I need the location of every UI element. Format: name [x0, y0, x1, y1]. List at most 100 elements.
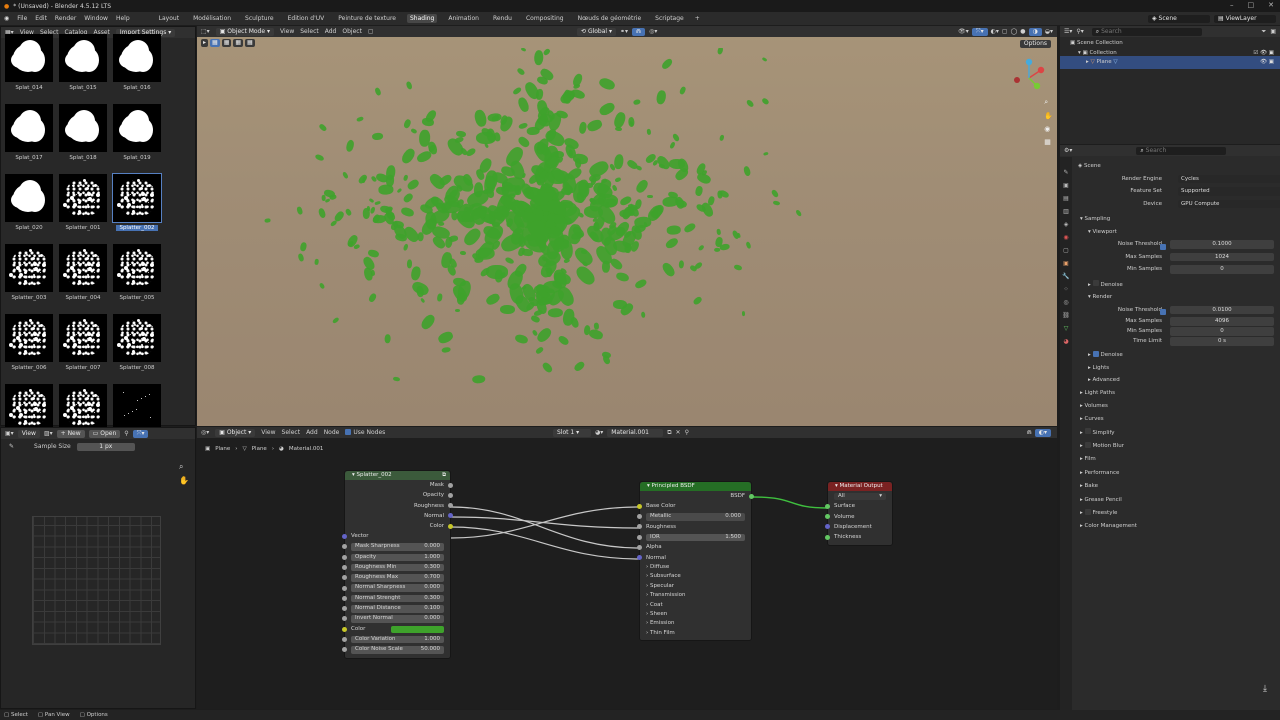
asset-thumbnail[interactable]: Splat_018: [57, 104, 109, 170]
properties-section[interactable]: ▸ Motion Blur: [1074, 440, 1280, 453]
section-checkbox[interactable]: [1084, 508, 1091, 515]
workspace-tab-0[interactable]: Layout: [156, 14, 182, 23]
lights-subpanel[interactable]: ▸ Lights: [1074, 362, 1280, 375]
target-selector-row[interactable]: All ▾: [828, 491, 892, 501]
snap-icon[interactable]: ⋒: [632, 27, 646, 36]
asset-thumbnail[interactable]: Splatter_003: [3, 244, 55, 310]
workspace-tab-4[interactable]: Peinture de texture: [335, 14, 399, 23]
new-image-button[interactable]: + New: [56, 429, 85, 438]
mode-selector[interactable]: ⤧▾: [132, 429, 149, 438]
material-tab-icon[interactable]: ◕: [1063, 338, 1068, 345]
workspace-tab-5[interactable]: Shading: [406, 14, 438, 23]
editor-type-icon[interactable]: ⚙▾: [1064, 147, 1072, 154]
sample-tool-icon[interactable]: ✎: [9, 443, 14, 450]
bsdf-panel-transmission[interactable]: › Transmission: [640, 591, 751, 600]
download-icon[interactable]: ⤓: [1263, 684, 1267, 694]
asset-thumbnail[interactable]: Splatter_004: [57, 244, 109, 310]
image-browse-icon[interactable]: ▨▾: [44, 430, 53, 437]
bsdf-panel-coat[interactable]: › Coat: [640, 601, 751, 610]
data-tab-icon[interactable]: ▽: [1064, 325, 1069, 332]
zoom-icon[interactable]: ⌕: [1044, 98, 1053, 107]
shading-render-icon[interactable]: ◒▾: [1045, 28, 1053, 35]
collapse-icon[interactable]: ▾: [835, 483, 838, 489]
render-tab-icon[interactable]: ▣: [1063, 182, 1069, 189]
shading-wire-icon[interactable]: ◯: [1011, 28, 1018, 35]
group-input-field[interactable]: Normal Sharpness 0.000: [342, 583, 450, 593]
grid-view-icon[interactable]: ▦: [1044, 138, 1053, 146]
group-input-field[interactable]: Roughness Max 0.700: [342, 573, 450, 583]
bsdf-panel-thin-film[interactable]: › Thin Film: [640, 629, 751, 638]
metallic-input[interactable]: Metallic 0.000: [637, 512, 751, 522]
shading-material-icon[interactable]: ◑: [1028, 27, 1042, 36]
particles-tab-icon[interactable]: ⁘: [1063, 286, 1068, 293]
workspace-tab-8[interactable]: Compositing: [523, 14, 567, 23]
filter-funnel-icon[interactable]: ⏷: [1262, 28, 1267, 36]
asset-thumbnail[interactable]: Splatter_001: [57, 174, 109, 240]
workspace-tab-10[interactable]: Scriptage: [652, 14, 687, 23]
properties-section[interactable]: ▸ Light Paths: [1074, 387, 1280, 400]
asset-thumbnail[interactable]: Splatter_007: [57, 314, 109, 380]
collapse-icon[interactable]: ▾: [647, 483, 650, 489]
gizmo-icon[interactable]: ⤧▾: [971, 27, 988, 36]
r-min-row[interactable]: Min Samples 0: [1074, 326, 1280, 336]
collapse-icon[interactable]: ▾: [352, 472, 355, 478]
overlay-icon[interactable]: ◐▾: [991, 28, 999, 35]
sample-size-field[interactable]: 1 px: [76, 442, 135, 451]
group-input-field[interactable]: Roughness Min 0.300: [342, 562, 450, 572]
workspace-tab-9[interactable]: Nœuds de géométrie: [575, 14, 645, 23]
group-input-field[interactable]: Opacity 1.000: [342, 552, 450, 562]
xray-icon[interactable]: ▢: [1002, 28, 1008, 35]
bsdf-panel-diffuse[interactable]: › Diffuse: [640, 563, 751, 572]
select-subtract-icon[interactable]: ▦: [233, 39, 244, 47]
menu-file[interactable]: File: [17, 15, 27, 22]
shading-solid-icon[interactable]: ●: [1020, 28, 1025, 35]
asset-thumbnail[interactable]: Splat_017: [3, 104, 55, 170]
transform-orientation[interactable]: ⟲ Global ▾: [577, 27, 616, 36]
splatter-group-node[interactable]: ▾ Splatter_002 ⧉ Mask Opacity Roughness Nor…: [342, 470, 453, 659]
ior-input[interactable]: IOR 1.500: [637, 532, 751, 542]
advanced-subpanel[interactable]: ▸ Advanced: [1074, 374, 1280, 387]
visibility-icon[interactable]: 👁▾: [958, 28, 969, 35]
view-layer-selector[interactable]: ▤ ViewLayer: [1214, 14, 1276, 23]
r-max-row[interactable]: Max Samples 4096: [1074, 316, 1280, 326]
properties-section[interactable]: ▸ Grease Pencil: [1074, 494, 1280, 507]
editor-type-icon[interactable]: ▣▾: [5, 430, 14, 437]
viewport-menu-select[interactable]: Select: [300, 28, 319, 35]
camera-icon[interactable]: ◉: [1044, 125, 1053, 133]
world-tab-icon[interactable]: ◉: [1063, 234, 1068, 241]
viewport-subpanel[interactable]: ▾ Viewport: [1074, 226, 1280, 239]
group-input-field[interactable]: Color Noise Scale 50.000: [342, 645, 450, 655]
asset-thumbnail[interactable]: Splat_019: [111, 104, 163, 170]
scene-selector[interactable]: ◈ Scene: [1148, 14, 1210, 23]
properties-section[interactable]: ▸ Film: [1074, 453, 1280, 466]
object-mode-selector[interactable]: ▣ Object Mode ▾: [215, 27, 274, 36]
select-invert-icon[interactable]: ▦: [245, 39, 255, 47]
group-input-field[interactable]: Normal Strenght 0.300: [342, 593, 450, 603]
navigation-gizmo[interactable]: [1009, 58, 1049, 98]
menu-window[interactable]: Window: [84, 15, 108, 22]
properties-section[interactable]: ▸ Simplify: [1074, 427, 1280, 440]
pin-icon[interactable]: ⚲: [124, 430, 128, 437]
render-engine-row[interactable]: Render Engine Cycles: [1074, 173, 1280, 186]
pivot-icon[interactable]: ⚭▾: [620, 28, 628, 35]
asset-thumbnail[interactable]: Splat_015: [57, 34, 109, 100]
menu-render[interactable]: Render: [55, 15, 76, 22]
device-row[interactable]: Device GPU Compute: [1074, 198, 1280, 211]
properties-section[interactable]: ▸ Volumes: [1074, 400, 1280, 413]
bsdf-panel-sheen[interactable]: › Sheen: [640, 610, 751, 619]
close-icon[interactable]: ✕: [1268, 1, 1274, 9]
properties-section[interactable]: ▸ Performance: [1074, 467, 1280, 480]
asset-thumbnail[interactable]: Splatter_008: [111, 314, 163, 380]
viewport-menu-view[interactable]: View: [280, 28, 294, 35]
plane-object-row[interactable]: ▸ ▽ Plane ▽ 👁 ▣: [1060, 56, 1280, 69]
add-workspace-icon[interactable]: +: [695, 15, 700, 22]
physics-tab-icon[interactable]: ◎: [1063, 299, 1068, 306]
pan-hand-icon[interactable]: ✋: [1044, 112, 1053, 120]
image-canvas-grid[interactable]: [32, 516, 161, 645]
filter-icon[interactable]: ⚲▾: [1076, 28, 1083, 35]
modifier-tab-icon[interactable]: 🔧: [1062, 273, 1069, 280]
render-subpanel[interactable]: ▾ Render: [1074, 291, 1280, 304]
asset-thumbnail[interactable]: Splat_016: [111, 34, 163, 100]
new-collection-icon[interactable]: ▣: [1270, 28, 1276, 35]
object-tab-icon[interactable]: ▣: [1063, 260, 1069, 267]
